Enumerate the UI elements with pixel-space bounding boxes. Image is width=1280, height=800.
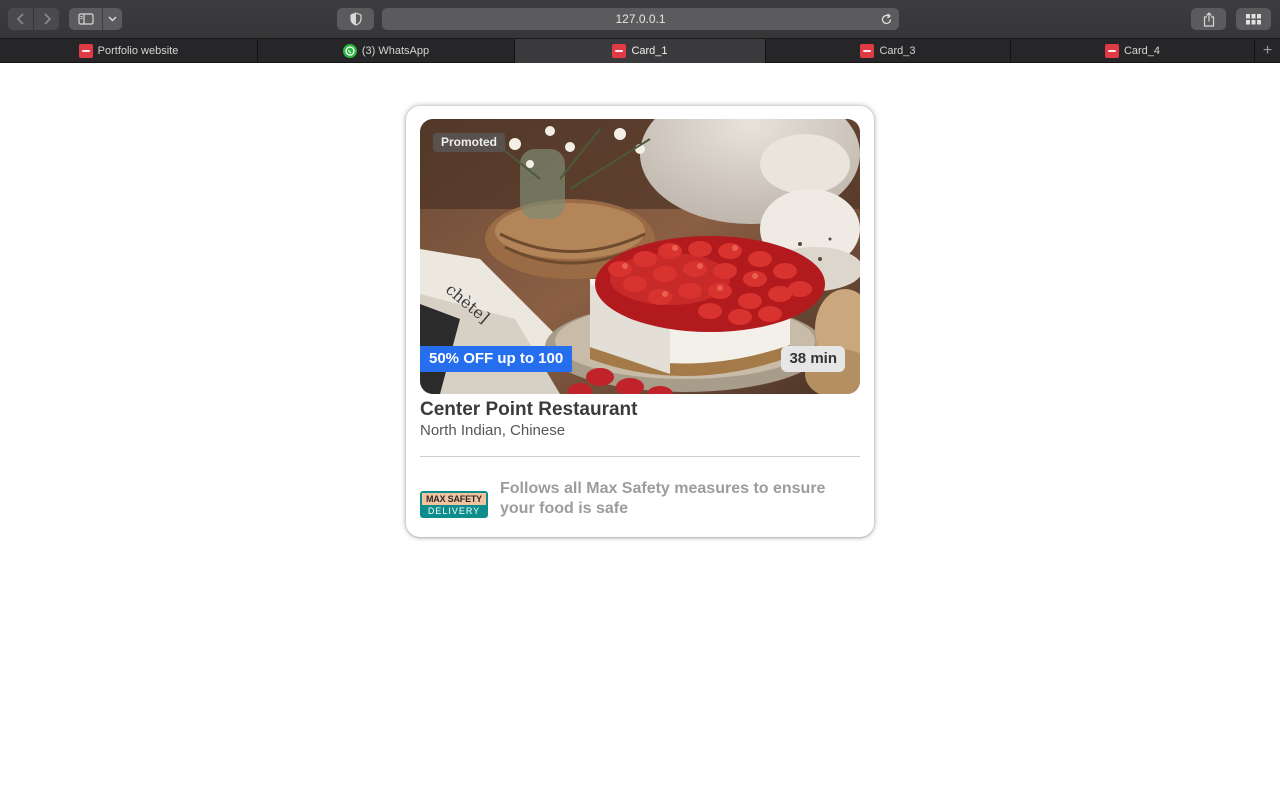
tab-label: (3) WhatsApp <box>361 45 430 57</box>
nav-buttons <box>8 8 59 30</box>
tab-label: Card_3 <box>879 45 916 57</box>
offer-badge: 50% OFF up to 100 <box>420 346 573 372</box>
chevron-down-icon <box>108 16 117 22</box>
whatsapp-favicon-icon <box>342 44 357 58</box>
privacy-report-button[interactable] <box>337 8 374 30</box>
tab-label: Card_1 <box>631 45 668 57</box>
plus-icon: + <box>1262 42 1273 59</box>
zomato-favicon-icon <box>612 44 627 58</box>
share-icon <box>1203 11 1214 27</box>
divider <box>420 456 860 457</box>
tab-card-3[interactable]: Card_3 <box>766 39 1011 63</box>
forward-button[interactable] <box>34 8 59 30</box>
zomato-favicon-icon <box>1104 44 1119 58</box>
url-text: 127.0.0.1 <box>615 12 666 26</box>
tab-bar: Portfolio website (3) WhatsApp Card_1 Ca… <box>0 38 1280 63</box>
address-bar[interactable]: 127.0.0.1 <box>382 8 899 30</box>
reload-icon <box>881 12 891 24</box>
promoted-badge: Promoted <box>433 133 506 152</box>
tab-overview-button[interactable] <box>1236 8 1271 30</box>
tab-label: Portfolio website <box>97 45 179 57</box>
tab-label: Card_4 <box>1123 45 1161 57</box>
tab-portfolio-website[interactable]: Portfolio website <box>0 39 258 63</box>
tab-card-1[interactable]: Card_1 <box>515 39 766 63</box>
sidebar-dropdown-button[interactable] <box>103 8 122 30</box>
max-safety-logo: MAX SAFETY DELIVERY <box>420 491 488 518</box>
grid-icon <box>1246 13 1261 24</box>
sidebar-toggle-button[interactable] <box>69 8 102 30</box>
sidebar-toggle-group <box>69 8 122 30</box>
food-image[interactable]: chète] Promoted 50% OFF up to 100 38 min <box>420 119 860 394</box>
share-button[interactable] <box>1191 8 1226 30</box>
cuisine-list: North Indian, Chinese <box>420 422 566 439</box>
browser-toolbar: 127.0.0.1 <box>0 0 1280 38</box>
sidebar-icon <box>77 13 94 25</box>
restaurant-card[interactable]: chète] Promoted 50% OFF up to 100 38 min… <box>406 106 874 537</box>
delivery-time-badge: 38 min <box>781 346 845 372</box>
chevron-right-icon <box>43 13 51 25</box>
back-button[interactable] <box>8 8 33 30</box>
max-safety-logo-top: MAX SAFETY <box>422 493 486 505</box>
shield-icon <box>349 12 362 26</box>
max-safety-logo-bottom: DELIVERY <box>427 506 481 516</box>
new-tab-button[interactable]: + <box>1255 39 1280 63</box>
tab-whatsapp[interactable]: (3) WhatsApp <box>258 39 515 63</box>
reload-button[interactable] <box>878 11 894 27</box>
tab-card-4[interactable]: Card_4 <box>1011 39 1255 63</box>
zomato-favicon-icon <box>78 44 93 58</box>
safety-message: Follows all Max Safety measures to ensur… <box>500 480 826 517</box>
restaurant-name[interactable]: Center Point Restaurant <box>420 399 637 421</box>
chevron-left-icon <box>16 13 24 25</box>
zomato-favicon-icon <box>860 44 875 58</box>
